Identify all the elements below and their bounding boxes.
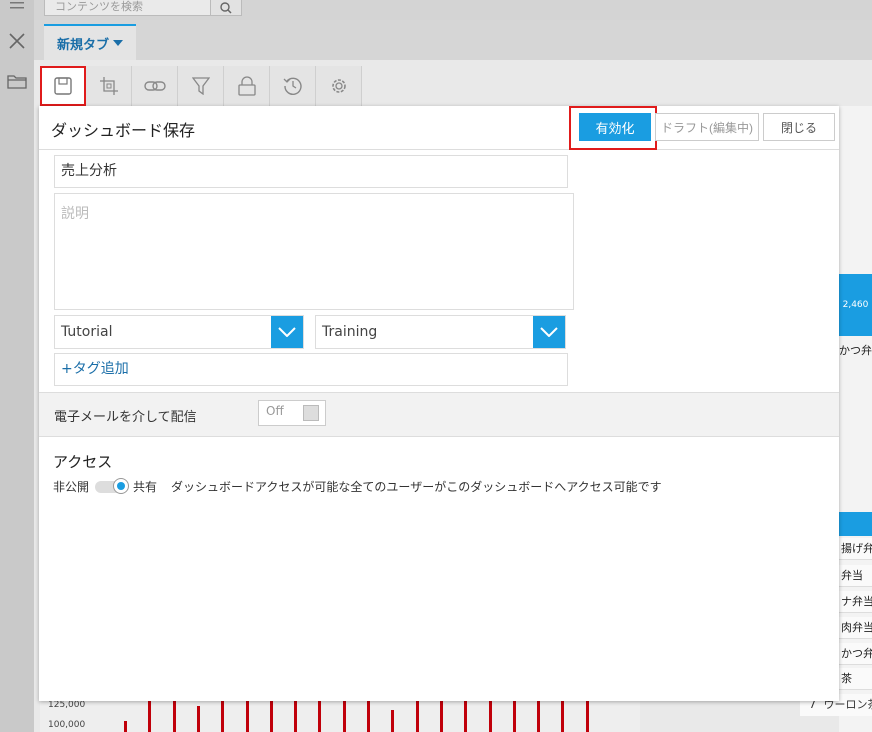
draft-button[interactable]: ドラフト(編集中) [655, 113, 759, 141]
subcategory-select[interactable]: Training [315, 315, 566, 349]
link-icon [143, 81, 166, 91]
chart-bar [196, 706, 200, 732]
history-tool[interactable] [270, 66, 316, 106]
gear-icon [331, 79, 346, 93]
chart-bar [294, 700, 298, 732]
background-kpi-label: かつ弁当 [839, 344, 872, 357]
chevron-down-icon[interactable] [271, 316, 303, 348]
folder-icon[interactable] [0, 66, 34, 96]
add-tag-link[interactable]: +タグ追加 [61, 361, 129, 377]
background-kpi-card: 2,460 [839, 274, 872, 336]
access-shared-label: 共有 [133, 480, 158, 494]
background-table-header [839, 512, 872, 536]
close-button[interactable]: 閉じる [763, 113, 835, 141]
chart-bar [488, 700, 492, 732]
dialog-header: ダッシュボード保存 有効化 ドラフト(編集中) 閉じる [39, 106, 839, 150]
filter-tool[interactable] [178, 66, 224, 106]
chart-bar [124, 720, 127, 732]
menu-icon[interactable] [0, 0, 34, 14]
crop-tool[interactable] [86, 66, 132, 106]
toggle-state: Off [266, 404, 284, 418]
access-title: アクセス [53, 453, 113, 471]
chart-bar [318, 700, 322, 732]
chart-bar [342, 700, 346, 732]
access-toggle[interactable] [95, 477, 130, 494]
chart-bar [172, 700, 176, 732]
axis-label: 100,000 [48, 720, 86, 730]
lock-tool[interactable] [224, 66, 270, 106]
chart-bar [391, 709, 395, 732]
top-bar: コンテンツを検索 [34, 0, 872, 20]
axis-label: 125,000 [48, 700, 86, 710]
chart-bar [439, 700, 443, 732]
chart-bar [585, 700, 589, 732]
settings-tool[interactable] [316, 66, 362, 106]
toggle-dot [113, 477, 130, 494]
background-bar-chart: 125,000 100,000 [40, 700, 640, 732]
email-delivery-section: 電子メールを介して配信 Off [39, 392, 839, 437]
search-icon[interactable] [210, 0, 242, 16]
save-dashboard-dialog: ダッシュボード保存 有効化 ドラフト(編集中) 閉じる 売上分析 説明 Tuto… [39, 106, 839, 701]
crop-icon [99, 77, 118, 95]
background-kpi-value: 2,460 [842, 300, 869, 310]
dashboard-name-field[interactable]: 売上分析 [54, 155, 568, 188]
link-tool[interactable] [132, 66, 178, 106]
chart-bar [561, 700, 565, 732]
access-row: 非公開 共有 ダッシュボードアクセスが可能な全てのユーザーがこのダッシュボードへ… [53, 477, 662, 495]
activate-button[interactable]: 有効化 [579, 113, 651, 141]
chart-bar [245, 700, 249, 732]
dialog-title: ダッシュボード保存 [51, 121, 196, 140]
chart-bar [221, 700, 225, 732]
close-icon[interactable] [0, 26, 34, 56]
description-field[interactable]: 説明 [54, 193, 574, 310]
category-value: Tutorial [61, 324, 113, 340]
chart-bar [269, 700, 273, 732]
chart-bar [537, 700, 541, 732]
chart-bar [415, 700, 419, 732]
chevron-down-icon[interactable] [533, 316, 565, 348]
save-icon [53, 77, 72, 95]
email-delivery-toggle[interactable]: Off [258, 400, 326, 426]
dashboard-toolbar [40, 66, 362, 106]
toggle-knob [303, 405, 319, 421]
search-input[interactable]: コンテンツを検索 [44, 0, 212, 16]
left-rail [0, 0, 34, 732]
filter-icon [191, 77, 210, 95]
chart-bar [512, 700, 516, 732]
category-select[interactable]: Tutorial [54, 315, 304, 349]
tab-label: 新規タブ [56, 37, 109, 53]
subcategory-value: Training [322, 324, 378, 340]
caret-down-icon [113, 40, 123, 46]
email-delivery-label: 電子メールを介して配信 [54, 410, 197, 425]
access-description: ダッシュボードアクセスが可能な全てのユーザーがこのダッシュボードへアクセス可能で… [171, 480, 662, 494]
tab-new[interactable]: 新規タブ [44, 24, 136, 60]
chart-bar [464, 700, 468, 732]
history-icon [283, 77, 302, 95]
chart-bar [367, 700, 370, 732]
lock-icon [237, 76, 256, 96]
add-tag-field[interactable]: +タグ追加 [54, 353, 568, 386]
chart-bar [148, 700, 152, 732]
tab-strip: 新規タブ [34, 20, 872, 60]
access-private-label: 非公開 [53, 480, 90, 494]
save-tool[interactable] [40, 66, 86, 106]
